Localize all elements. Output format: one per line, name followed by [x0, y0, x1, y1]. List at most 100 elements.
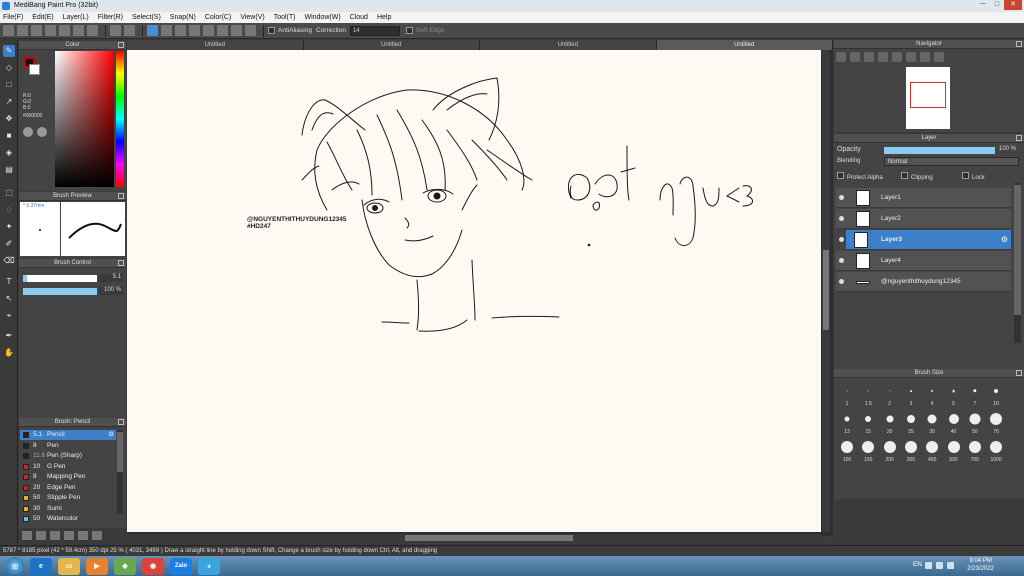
brush-size-option[interactable]: 2: [880, 380, 900, 408]
canvas-vscroll-thumb[interactable]: [823, 250, 829, 330]
layer-opacity-slider[interactable]: [884, 147, 995, 154]
snap-concentric-icon[interactable]: [203, 25, 214, 36]
clipping-checkbox[interactable]: [901, 172, 908, 179]
blending-mode-select[interactable]: Normal: [884, 157, 1019, 166]
brush-size-option[interactable]: 25: [901, 408, 921, 436]
snap-circle-icon[interactable]: [217, 25, 228, 36]
snap-grid-icon[interactable]: [175, 25, 186, 36]
brush-list-scroll-thumb[interactable]: [117, 432, 123, 472]
brush-size-option[interactable]: 30: [922, 408, 942, 436]
brush-size-option[interactable]: 70: [986, 408, 1006, 436]
menu-cloud[interactable]: Cloud: [350, 14, 368, 21]
brush-size-option[interactable]: 1000: [986, 436, 1006, 464]
brush-item-pen-sharp[interactable]: 11.6 Pen (Sharp): [20, 451, 116, 461]
visibility-eye-icon[interactable]: [839, 258, 844, 263]
brush-size-option[interactable]: 15: [858, 408, 878, 436]
panel-expand-icon[interactable]: [118, 260, 124, 266]
color-palette-icon[interactable]: [37, 127, 47, 137]
fit-window-icon[interactable]: [864, 52, 874, 62]
brush-opacity-value[interactable]: 100 %: [99, 287, 123, 295]
tray-up-arrow-icon[interactable]: [925, 562, 932, 569]
menu-layer[interactable]: Layer(L): [63, 14, 89, 21]
menu-snap[interactable]: Snap(N): [170, 14, 196, 21]
dropper-icon[interactable]: ✒: [3, 330, 15, 342]
panel-expand-icon[interactable]: [118, 419, 124, 425]
canvas-hscroll-thumb[interactable]: [405, 535, 573, 541]
internet-explorer-icon[interactable]: e: [30, 557, 52, 575]
eyedropper-tool-icon[interactable]: ⌖: [3, 310, 15, 322]
hue-slider[interactable]: [116, 51, 124, 187]
visibility-eye-icon[interactable]: [839, 195, 844, 200]
hand-tool-icon[interactable]: ✋: [3, 347, 15, 359]
tab-untitled-1[interactable]: Untitled: [127, 40, 304, 50]
navigator-viewport-rect[interactable]: [910, 82, 946, 108]
brush-size-option[interactable]: 200: [880, 436, 900, 464]
soft-edge-checkbox[interactable]: [405, 27, 413, 34]
tray-volume-icon[interactable]: [947, 562, 954, 569]
snap-off-icon[interactable]: [147, 25, 158, 36]
correction-select[interactable]: 14: [349, 25, 400, 36]
menu-help[interactable]: Help: [377, 14, 391, 21]
brush-size-option[interactable]: 50: [965, 408, 985, 436]
cloud-icon[interactable]: [31, 25, 42, 36]
rotate-right-icon[interactable]: [920, 52, 930, 62]
gradient-tool-icon[interactable]: ▤: [3, 164, 15, 176]
eraser-tool-icon[interactable]: ◇: [3, 62, 15, 74]
grid-icon[interactable]: [59, 25, 70, 36]
add-brush-icon[interactable]: [22, 530, 32, 540]
canvas-horizontal-scrollbar[interactable]: [127, 534, 821, 542]
app-icon-green[interactable]: ◆: [114, 557, 136, 575]
brush-size-option[interactable]: 40: [944, 408, 964, 436]
tab-untitled-2[interactable]: Untitled: [303, 40, 480, 50]
operation-tool-icon[interactable]: ↖: [3, 293, 15, 305]
visibility-eye-icon[interactable]: [839, 216, 844, 221]
brush-size-option[interactable]: 3: [901, 380, 921, 408]
medibang-icon[interactable]: ◕: [198, 557, 220, 575]
brush-size-option[interactable]: 500: [944, 436, 964, 464]
brush-size-option[interactable]: 150: [858, 436, 878, 464]
brush-settings-gear-icon[interactable]: ⚙: [108, 430, 114, 440]
color-wheel-icon[interactable]: [23, 127, 33, 137]
save-icon[interactable]: [45, 25, 56, 36]
new-folder-icon[interactable]: [64, 530, 74, 540]
tray-network-icon[interactable]: [936, 562, 943, 569]
panel-expand-icon[interactable]: [118, 193, 124, 199]
brush-folder-icon[interactable]: [36, 530, 46, 540]
duplicate-brush-icon[interactable]: [78, 530, 88, 540]
saturation-value-picker[interactable]: [55, 51, 114, 187]
layer-row-layer2[interactable]: Layer2: [836, 209, 1011, 229]
menu-file[interactable]: File(F): [3, 14, 23, 21]
brush-size-option[interactable]: 1.5: [858, 380, 878, 408]
menu-filter[interactable]: Filter(R): [98, 14, 123, 21]
snap-perspective-icon[interactable]: [231, 25, 242, 36]
media-player-icon[interactable]: ▶: [86, 557, 108, 575]
layer-scroll-thumb[interactable]: [1014, 185, 1021, 315]
menu-color[interactable]: Color(C): [205, 14, 231, 21]
panel-expand-icon[interactable]: [1016, 135, 1022, 141]
brush-tool-icon[interactable]: ✎: [3, 45, 15, 57]
text-tool-icon[interactable]: T: [3, 276, 15, 288]
delete-brush-icon[interactable]: [92, 530, 102, 540]
layer-row-layer3[interactable]: Layer3 ⚙: [846, 230, 1011, 250]
dot-tool-icon[interactable]: □: [3, 79, 15, 91]
brush-item-mapping-pen[interactable]: 8 Mapping Pen: [20, 472, 116, 482]
layer-list-scrollbar[interactable]: [1014, 183, 1021, 343]
maximize-button[interactable]: □: [990, 0, 1004, 10]
brush-item-watercolor[interactable]: 50 Watercolor: [20, 514, 116, 524]
select-tool-icon[interactable]: ⬚: [3, 187, 15, 199]
panel-expand-icon[interactable]: [1016, 41, 1022, 47]
brush-item-g-pen[interactable]: 10 G Pen: [20, 462, 116, 472]
brush-size-option[interactable]: 4: [922, 380, 942, 408]
brush-size-option[interactable]: 13: [837, 408, 857, 436]
layer-settings-gear-icon[interactable]: ⚙: [1001, 235, 1008, 244]
bucket-tool-icon[interactable]: ◈: [3, 147, 15, 159]
brush-item-pencil[interactable]: 5.1 Pencil ⚙: [20, 430, 116, 440]
brush-size-option[interactable]: 1: [837, 380, 857, 408]
panel-expand-icon[interactable]: [118, 42, 124, 48]
redo-icon[interactable]: [124, 25, 135, 36]
navigator-thumbnail[interactable]: [906, 67, 950, 129]
list-icon[interactable]: [73, 25, 84, 36]
tab-untitled-3[interactable]: Untitled: [480, 40, 657, 50]
zoom-out-icon[interactable]: [850, 52, 860, 62]
brush-item-pen[interactable]: 8 Pen: [20, 441, 116, 451]
